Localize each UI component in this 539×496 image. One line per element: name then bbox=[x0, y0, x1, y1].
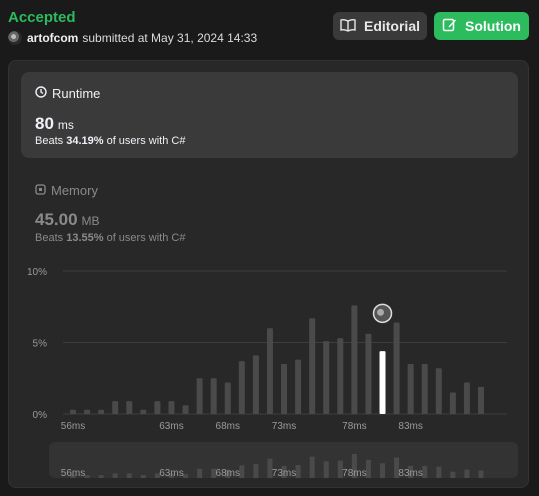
y-tick-label: 5% bbox=[33, 339, 48, 350]
chart-range-scroller[interactable]: 56ms 63ms 68ms 73ms 78ms 83ms bbox=[49, 442, 518, 478]
mini-bar bbox=[478, 470, 484, 478]
x-tick-label: 56ms bbox=[61, 421, 85, 432]
chart-bar[interactable] bbox=[126, 401, 133, 414]
mini-bar bbox=[464, 469, 470, 478]
mini-bar bbox=[98, 475, 104, 478]
status-title: Accepted bbox=[8, 9, 76, 26]
chart-bar[interactable] bbox=[365, 333, 372, 414]
chart-bar[interactable] bbox=[140, 409, 147, 414]
mini-x-tick-label: 56ms bbox=[61, 468, 85, 478]
chart-bar[interactable] bbox=[252, 355, 259, 414]
mini-x-tick-label: 63ms bbox=[159, 468, 183, 478]
chart-bar[interactable] bbox=[84, 409, 91, 414]
solution-button[interactable]: Solution bbox=[434, 12, 529, 40]
mini-distribution-chart[interactable]: 56ms 63ms 68ms 73ms 78ms 83ms bbox=[49, 442, 518, 478]
chart-bar[interactable] bbox=[421, 363, 428, 414]
chart-bar-current[interactable] bbox=[379, 351, 386, 414]
y-tick-label: 0% bbox=[33, 410, 48, 421]
submitted-text: submitted at May 31, 2024 14:33 bbox=[82, 31, 258, 45]
editorial-label: Editorial bbox=[363, 18, 420, 34]
submission-meta: artofcom submitted at May 31, 2024 14:33 bbox=[8, 31, 257, 45]
mini-bar bbox=[436, 466, 442, 478]
chart-bar[interactable] bbox=[323, 341, 330, 414]
chart-bar[interactable] bbox=[238, 361, 245, 414]
mini-bar bbox=[422, 465, 428, 478]
mini-bar bbox=[140, 475, 146, 478]
avatar[interactable] bbox=[8, 31, 22, 45]
chart-bar[interactable] bbox=[309, 318, 316, 414]
mini-bar bbox=[309, 456, 315, 478]
chart-bar[interactable] bbox=[154, 401, 161, 414]
x-tick-label: 73ms bbox=[272, 421, 296, 432]
chart-bar[interactable] bbox=[449, 392, 456, 414]
mini-bar bbox=[450, 471, 456, 478]
book-icon bbox=[340, 18, 356, 35]
chart-bar[interactable] bbox=[182, 405, 189, 414]
username-link[interactable]: artofcom bbox=[27, 31, 78, 45]
x-tick-label: 83ms bbox=[398, 421, 422, 432]
chart-bar[interactable] bbox=[463, 382, 470, 414]
chart-bar[interactable] bbox=[112, 401, 119, 414]
chart-bar[interactable] bbox=[407, 363, 414, 414]
stats-panel: Runtime 80 ms Beats 34.19% of users with … bbox=[8, 60, 529, 488]
x-tick-label: 63ms bbox=[159, 421, 183, 432]
chart-bar[interactable] bbox=[266, 328, 273, 414]
chart-bar[interactable] bbox=[210, 378, 217, 414]
chart-bar[interactable] bbox=[168, 401, 175, 414]
chart-bar[interactable] bbox=[196, 378, 203, 414]
mini-x-tick-label: 83ms bbox=[398, 468, 422, 478]
mini-bar bbox=[183, 474, 189, 478]
y-tick-label: 10% bbox=[27, 267, 47, 278]
mini-bar bbox=[126, 473, 132, 478]
mini-bar bbox=[112, 473, 118, 478]
chart-bar[interactable] bbox=[351, 305, 358, 414]
x-tick-label: 68ms bbox=[216, 421, 240, 432]
chart-bar[interactable] bbox=[70, 409, 76, 414]
mini-bar bbox=[253, 464, 259, 478]
mini-bar bbox=[380, 463, 386, 478]
chart-bar[interactable] bbox=[393, 322, 400, 414]
chart-bar[interactable] bbox=[478, 386, 484, 414]
chart-bar[interactable] bbox=[224, 382, 231, 414]
solution-label: Solution bbox=[465, 18, 521, 34]
mini-bar bbox=[197, 468, 203, 478]
mini-bar bbox=[239, 465, 245, 478]
runtime-distribution-chart[interactable]: 10% 5% 0% 56ms 63ms 68ms 73ms 78ms 83ms bbox=[9, 61, 530, 489]
mini-bar bbox=[365, 459, 371, 478]
editorial-button[interactable]: Editorial bbox=[333, 12, 427, 40]
mini-bar bbox=[84, 475, 90, 478]
mini-x-tick-label: 73ms bbox=[272, 468, 296, 478]
chart-bar[interactable] bbox=[281, 363, 288, 414]
chart-bar[interactable] bbox=[337, 338, 344, 414]
mini-bar bbox=[323, 461, 329, 478]
chart-bar[interactable] bbox=[435, 368, 442, 414]
avatar-detail bbox=[377, 308, 385, 316]
edit-icon bbox=[442, 17, 457, 35]
mini-bar bbox=[295, 465, 301, 478]
chart-bar[interactable] bbox=[98, 409, 105, 414]
mini-x-tick-label: 78ms bbox=[342, 468, 366, 478]
chart-bar[interactable] bbox=[295, 359, 302, 414]
mini-x-tick-label: 68ms bbox=[216, 468, 240, 478]
x-tick-label: 78ms bbox=[342, 421, 366, 432]
